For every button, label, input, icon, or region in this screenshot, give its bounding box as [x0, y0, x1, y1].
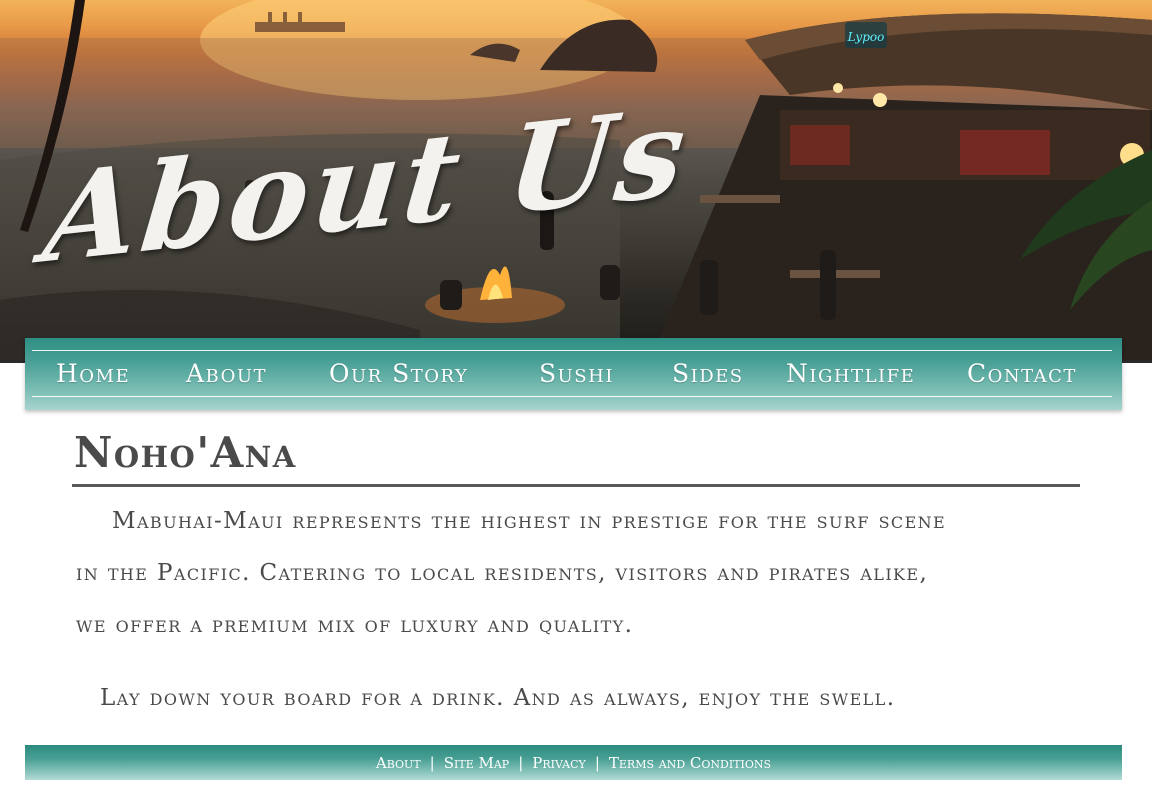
main-navigation: Home About Our Story Sushi Sides Nightli… [25, 338, 1122, 410]
footer-link-site-map[interactable]: Site Map [444, 754, 509, 772]
hero-banner: Lypoo About Us [0, 0, 1152, 362]
footer-link-about[interactable]: About [376, 754, 421, 772]
tagline: Lay down your board for a drink. And as … [100, 685, 896, 711]
intro-paragraph-line-1: Mabuhai-Maui represents the highest in p… [112, 508, 947, 534]
section-heading: Noho'Ana [74, 428, 297, 477]
nav-item-home[interactable]: Home [56, 359, 130, 388]
neon-bar-sign: Lypoo [847, 30, 885, 44]
nav-item-nightlife[interactable]: Nightlife [786, 359, 915, 388]
nav-item-contact[interactable]: Contact [967, 359, 1077, 388]
footer-separator: | [518, 754, 524, 772]
nav-inner-frame: Home About Our Story Sushi Sides Nightli… [32, 350, 1112, 397]
nav-item-sushi[interactable]: Sushi [539, 359, 614, 388]
nav-item-our-story[interactable]: Our Story [329, 359, 468, 388]
footer-link-privacy[interactable]: Privacy [532, 754, 586, 772]
intro-paragraph-line-2: in the Pacific. Catering to local reside… [76, 560, 929, 586]
footer-separator: | [429, 754, 435, 772]
footer-link-terms[interactable]: Terms and Conditions [609, 754, 771, 772]
footer-bar: About | Site Map | Privacy | Terms and Conditi… [25, 745, 1122, 780]
intro-paragraph-line-3: we offer a premium mix of luxury and qua… [76, 612, 634, 638]
heading-underline [72, 484, 1080, 487]
nav-item-sides[interactable]: Sides [672, 359, 744, 388]
footer-separator: | [594, 754, 600, 772]
nav-item-about[interactable]: About [186, 359, 267, 388]
